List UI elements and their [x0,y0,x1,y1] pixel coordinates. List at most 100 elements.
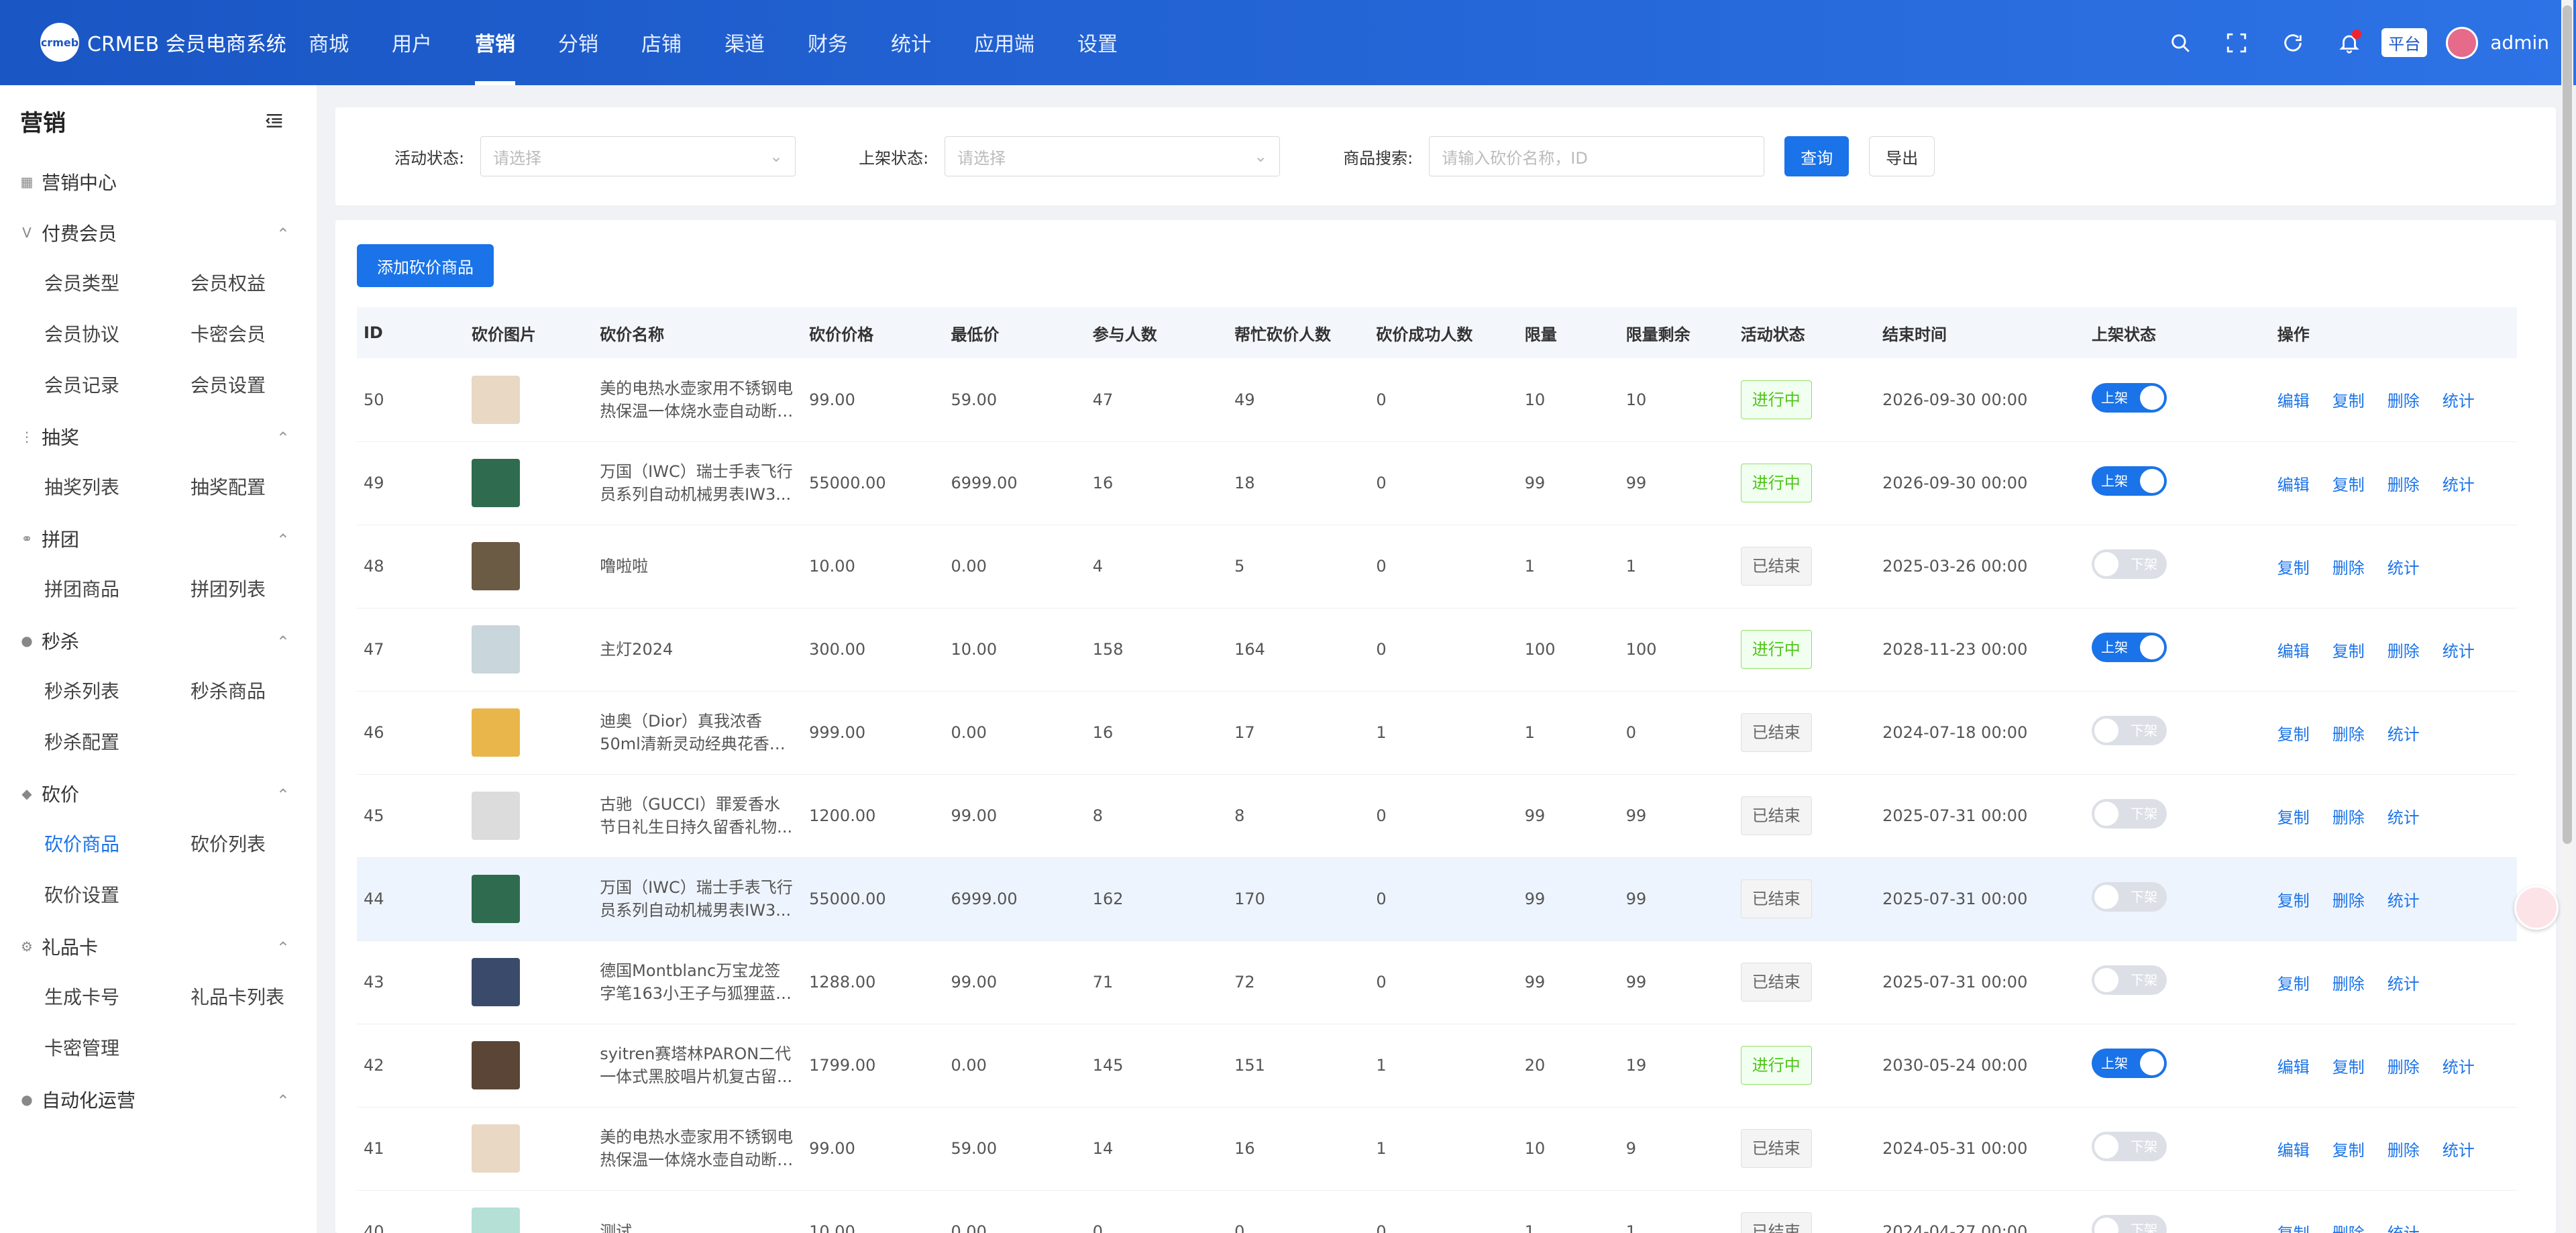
action-link[interactable]: 删除 [2332,1224,2365,1233]
nav-item-5[interactable]: 渠道 [724,0,765,85]
query-button[interactable]: 查询 [1784,136,1849,176]
search-input[interactable]: 请输入砍价名称，ID [1429,136,1765,176]
action-link[interactable]: 编辑 [2277,392,2310,411]
sidebar-item[interactable]: 秒杀列表 [44,666,191,717]
nav-item-4[interactable]: 店铺 [641,0,682,85]
action-link[interactable]: 删除 [2387,392,2420,411]
action-link[interactable]: 复制 [2332,642,2365,661]
action-link[interactable]: 复制 [2277,559,2310,578]
nav-item-1[interactable]: 用户 [392,0,432,85]
nav-item-0[interactable]: 商城 [309,0,349,85]
shelf-toggle[interactable]: 下架 [2092,549,2167,579]
sidebar-item[interactable]: 抽奖列表 [44,462,191,513]
action-link[interactable]: 编辑 [2277,476,2310,494]
shelf-toggle[interactable]: 上架 [2092,1049,2167,1078]
action-link[interactable]: 编辑 [2277,1141,2310,1160]
product-thumbnail[interactable] [472,958,520,1006]
sidebar-item[interactable]: 砍价商品 [44,819,191,870]
action-link[interactable]: 复制 [2332,476,2365,494]
sidebar-group[interactable]: ● 自动化运营 ⌃ [0,1074,317,1125]
shelf-select[interactable]: 请选择 ⌄ [945,136,1281,176]
shelf-toggle[interactable]: 下架 [2092,882,2167,912]
action-link[interactable]: 编辑 [2277,1058,2310,1077]
action-link[interactable]: 删除 [2387,1058,2420,1077]
action-link[interactable]: 统计 [2443,392,2475,411]
action-link[interactable]: 统计 [2443,642,2475,661]
user-name[interactable]: admin [2490,32,2549,54]
sidebar-item[interactable]: 砍价列表 [191,819,337,870]
sidebar-group[interactable]: V 付费会员 ⌃ [0,207,317,258]
search-icon[interactable] [2167,30,2194,56]
sidebar-item[interactable]: 拼团列表 [191,564,337,615]
action-link[interactable]: 统计 [2387,892,2420,910]
action-link[interactable]: 删除 [2387,476,2420,494]
product-thumbnail[interactable] [472,1124,520,1173]
action-link[interactable]: 删除 [2332,975,2365,994]
sidebar-item[interactable]: 拼团商品 [44,564,191,615]
sidebar-group[interactable]: ⚭ 拼团 ⌃ [0,513,317,564]
refresh-icon[interactable] [2279,30,2306,56]
nav-item-8[interactable]: 应用端 [974,0,1034,85]
status-select[interactable]: 请选择 ⌄ [480,136,796,176]
product-thumbnail[interactable] [472,1208,520,1233]
nav-item-3[interactable]: 分销 [558,0,598,85]
sidebar-group[interactable]: ⋮ 抽奖 ⌃ [0,411,317,462]
sidebar-item[interactable]: 会员权益 [191,258,337,309]
shelf-toggle[interactable]: 上架 [2092,466,2167,496]
sidebar-item[interactable]: 秒杀配置 [44,717,191,768]
product-thumbnail[interactable] [472,375,520,424]
scrollbar-thumb[interactable] [2563,5,2572,844]
shelf-toggle[interactable]: 下架 [2092,965,2167,995]
nav-item-6[interactable]: 财务 [808,0,848,85]
action-link[interactable]: 复制 [2332,1141,2365,1160]
action-link[interactable]: 统计 [2387,975,2420,994]
sidebar-item[interactable]: 卡密会员 [191,309,337,360]
sidebar-group[interactable]: ● 秒杀 ⌃ [0,615,317,666]
action-link[interactable]: 删除 [2387,1141,2420,1160]
action-link[interactable]: 删除 [2332,808,2365,827]
product-thumbnail[interactable] [472,792,520,840]
product-thumbnail[interactable] [472,1041,520,1089]
product-thumbnail[interactable] [472,875,520,923]
action-link[interactable]: 复制 [2277,1224,2310,1233]
shelf-toggle[interactable]: 下架 [2092,1132,2167,1161]
sidebar-item[interactable]: 会员记录 [44,360,191,411]
sidebar-item[interactable]: 会员设置 [191,360,337,411]
action-link[interactable]: 复制 [2277,892,2310,910]
product-thumbnail[interactable] [472,708,520,757]
sidebar-item[interactable]: 会员类型 [44,258,191,309]
product-thumbnail[interactable] [472,625,520,674]
action-link[interactable]: 统计 [2443,1058,2475,1077]
action-link[interactable]: 复制 [2277,975,2310,994]
action-link[interactable]: 复制 [2332,1058,2365,1077]
sidebar-group[interactable]: ⚙ 礼品卡 ⌃ [0,921,317,972]
shelf-toggle[interactable]: 下架 [2092,1215,2167,1233]
bell-icon[interactable] [2336,29,2363,56]
action-link[interactable]: 复制 [2277,808,2310,827]
add-bargain-button[interactable]: 添加砍价商品 [357,244,494,287]
product-thumbnail[interactable] [472,459,520,507]
nav-item-7[interactable]: 统计 [891,0,931,85]
menu-collapse-icon[interactable] [264,111,284,131]
sidebar-item[interactable]: 礼品卡列表 [191,972,337,1023]
logo[interactable]: crmeb CRMEB 会员电商系统 [40,23,286,62]
export-button[interactable]: 导出 [1869,136,1935,176]
sidebar-group[interactable]: ▦ 营销中心 [0,156,317,207]
action-link[interactable]: 复制 [2332,392,2365,411]
sidebar-item[interactable]: 卡密管理 [44,1023,191,1074]
shelf-toggle[interactable]: 上架 [2092,633,2167,662]
platform-badge[interactable]: 平台 [2381,28,2428,57]
sidebar-item[interactable]: 会员协议 [44,309,191,360]
product-thumbnail[interactable] [472,542,520,590]
action-link[interactable]: 复制 [2277,725,2310,744]
nav-item-9[interactable]: 设置 [1077,0,1118,85]
shelf-toggle[interactable]: 上架 [2092,382,2167,413]
sidebar-group[interactable]: ◆ 砍价 ⌃ [0,768,317,819]
action-link[interactable]: 统计 [2387,1224,2420,1233]
shelf-toggle[interactable]: 下架 [2092,799,2167,828]
nav-item-2[interactable]: 营销 [475,0,515,85]
action-link[interactable]: 统计 [2387,559,2420,578]
action-link[interactable]: 统计 [2443,476,2475,494]
action-link[interactable]: 统计 [2443,1141,2475,1160]
action-link[interactable]: 删除 [2332,559,2365,578]
